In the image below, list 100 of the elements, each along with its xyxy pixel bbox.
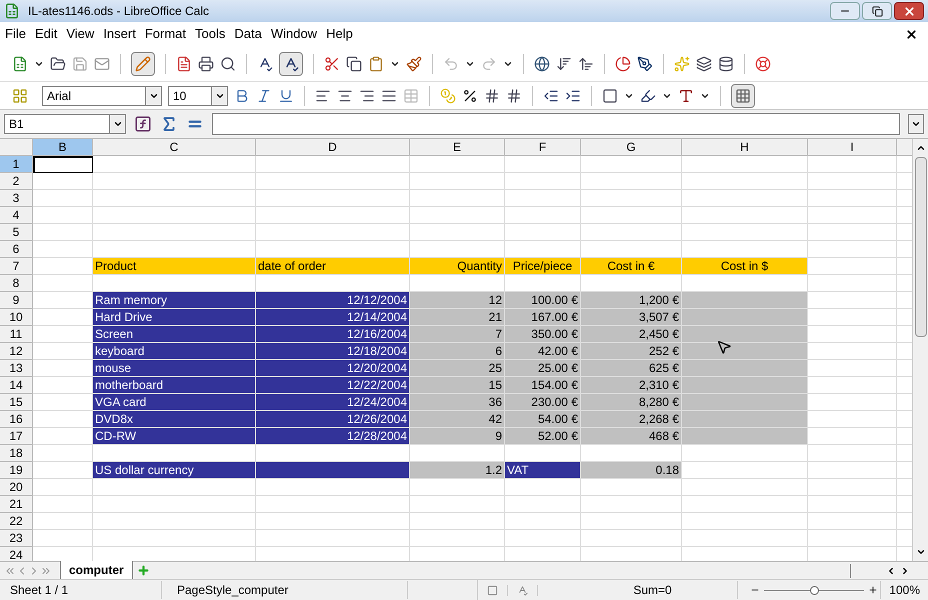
scissors-icon[interactable] (324, 56, 340, 72)
row-header[interactable]: 6 (0, 241, 33, 258)
row-header[interactable]: 12 (0, 343, 33, 360)
gridlines-button[interactable] (731, 84, 755, 108)
column-header[interactable]: B (33, 139, 93, 155)
align-center-icon[interactable] (337, 88, 353, 104)
sort-ascending-icon[interactable] (578, 56, 594, 72)
menu-item[interactable]: Data (231, 24, 265, 44)
percent-icon[interactable] (462, 88, 478, 104)
dropdown-button[interactable] (212, 86, 228, 106)
menu-item[interactable]: Window (268, 24, 320, 44)
zoom-slider-thumb[interactable] (810, 586, 819, 594)
row-header[interactable]: 15 (0, 394, 33, 411)
row-header[interactable]: 13 (0, 360, 33, 377)
align-left-icon[interactable] (315, 88, 331, 104)
column-header[interactable]: D (256, 139, 410, 155)
row-header[interactable]: 8 (0, 275, 33, 292)
function-wizard-icon[interactable] (134, 115, 152, 133)
add-decimal-icon[interactable] (484, 88, 500, 104)
increase-indent-icon[interactable] (565, 88, 581, 104)
globe-icon[interactable] (534, 56, 550, 72)
row-header[interactable]: 10 (0, 309, 33, 326)
column-header[interactable]: C (93, 139, 256, 155)
row-header[interactable]: 11 (0, 326, 33, 343)
zoom-slider[interactable] (764, 585, 864, 595)
row-header[interactable]: 20 (0, 479, 33, 496)
pdf-icon[interactable] (176, 56, 192, 72)
expand-formula-button[interactable] (908, 114, 924, 134)
justify-icon[interactable] (381, 88, 397, 104)
clipboard-icon[interactable] (368, 56, 384, 72)
row-header[interactable]: 2 (0, 173, 33, 190)
row-header[interactable]: 18 (0, 445, 33, 462)
row-header[interactable]: 23 (0, 530, 33, 547)
row-header[interactable]: 22 (0, 513, 33, 530)
active-cell[interactable] (33, 156, 93, 173)
database-icon[interactable] (718, 56, 734, 72)
menu-item[interactable]: Tools (192, 24, 228, 44)
help-icon[interactable] (755, 56, 771, 72)
pen-icon[interactable] (637, 56, 653, 72)
menu-item[interactable]: View (63, 24, 98, 44)
close-document-icon[interactable] (905, 28, 918, 40)
styles-icon[interactable] (12, 88, 28, 104)
star-icon[interactable] (674, 56, 690, 72)
sort-descending-icon[interactable] (556, 56, 572, 72)
align-right-icon[interactable] (359, 88, 375, 104)
formula-input-field[interactable] (212, 113, 900, 135)
row-header[interactable]: 9 (0, 292, 33, 309)
background-color-icon[interactable] (640, 88, 656, 104)
row-header[interactable]: 24 (0, 547, 33, 561)
column-header[interactable]: I (808, 139, 897, 155)
close-button[interactable] (894, 2, 924, 20)
copy-icon[interactable] (346, 56, 362, 72)
envelope-icon[interactable] (94, 56, 110, 72)
row-header[interactable]: 4 (0, 207, 33, 224)
row-header[interactable]: 3 (0, 190, 33, 207)
add-sheet-icon[interactable] (136, 564, 150, 577)
decrease-indent-icon[interactable] (543, 88, 559, 104)
row-header[interactable]: 21 (0, 496, 33, 513)
column-header[interactable]: F (505, 139, 581, 155)
column-header[interactable]: G (581, 139, 682, 155)
scrollbar-thumb[interactable] (914, 157, 926, 337)
row-header[interactable]: 1 (0, 156, 33, 173)
name-box[interactable]: B1 (4, 114, 110, 134)
dropdown-button[interactable] (110, 114, 126, 134)
print-preview-icon[interactable] (220, 56, 236, 72)
column-header[interactable]: H (682, 139, 808, 155)
new-document-icon[interactable] (12, 56, 28, 72)
dropdown-button[interactable] (146, 86, 162, 106)
scroll-left-icon[interactable] (886, 566, 896, 576)
menu-item[interactable]: Insert (100, 24, 139, 44)
merge-cells-icon[interactable] (403, 88, 419, 104)
horizontal-scrollbar[interactable] (850, 564, 910, 578)
paintbrush-icon[interactable] (406, 56, 422, 72)
font-size-field[interactable]: 10 (168, 86, 212, 106)
restore-button[interactable] (862, 2, 892, 20)
chart-icon[interactable] (615, 56, 631, 72)
autospellcheck-button[interactable] (279, 52, 303, 76)
menu-item[interactable]: Edit (32, 24, 60, 44)
column-header[interactable]: E (410, 139, 505, 155)
scroll-up-icon[interactable] (916, 143, 926, 153)
layers-icon[interactable] (696, 56, 712, 72)
edit-mode-button[interactable] (131, 52, 155, 76)
font-name-field[interactable]: Arial (42, 86, 146, 106)
menu-item[interactable]: Help (323, 24, 356, 44)
row-header[interactable]: 17 (0, 428, 33, 445)
menu-item[interactable]: File (2, 24, 29, 44)
row-header[interactable]: 7 (0, 258, 33, 275)
scroll-down-icon[interactable] (916, 547, 926, 557)
remove-decimal-icon[interactable] (506, 88, 522, 104)
open-folder-icon[interactable] (50, 56, 66, 72)
row-header[interactable]: 19 (0, 462, 33, 479)
row-header[interactable]: 16 (0, 411, 33, 428)
underline-icon[interactable] (278, 88, 294, 104)
row-header[interactable]: 5 (0, 224, 33, 241)
borders-icon[interactable] (602, 88, 618, 104)
menu-item[interactable]: Format (142, 24, 189, 44)
row-header[interactable]: 14 (0, 377, 33, 394)
italic-icon[interactable] (256, 88, 272, 104)
scroll-right-icon[interactable] (900, 566, 910, 576)
font-color-icon[interactable] (678, 88, 694, 104)
